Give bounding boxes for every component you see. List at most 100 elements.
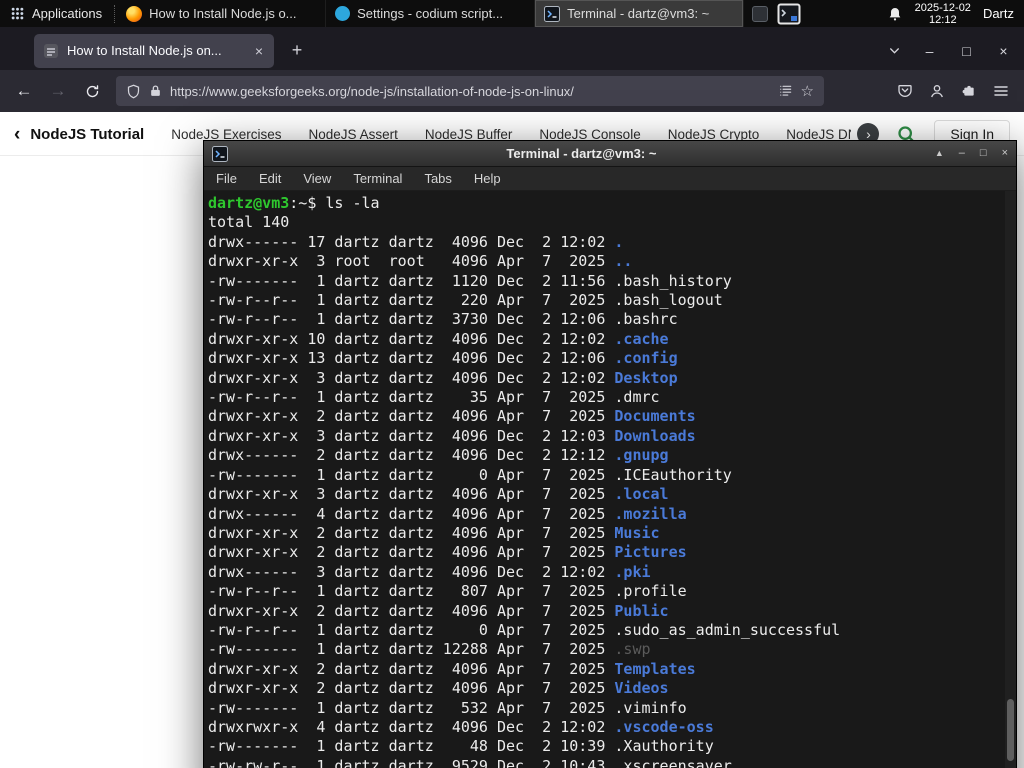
terminal-close-button[interactable]: × bbox=[1002, 148, 1008, 159]
tray-app-icon[interactable] bbox=[752, 5, 769, 22]
file-name: .xscreensaver bbox=[614, 756, 732, 768]
extensions-button[interactable] bbox=[954, 76, 984, 106]
file-name: Desktop bbox=[614, 368, 678, 387]
terminal-window: Terminal - dartz@vm3: ~ ▲ – □ × File Edi… bbox=[203, 140, 1017, 768]
pocket-icon bbox=[898, 85, 912, 97]
taskbar-window-label: Terminal - dartz@vm3: ~ bbox=[567, 6, 710, 21]
file-name: Downloads bbox=[614, 426, 696, 445]
taskbar-separator bbox=[114, 4, 116, 23]
tray-terminal-icon[interactable] bbox=[777, 3, 801, 25]
terminal-rollup-button[interactable]: ▲ bbox=[935, 149, 944, 158]
terminal-entry: drwx------ 4 dartz dartz 4096 Apr 7 2025… bbox=[208, 504, 687, 523]
file-name: .pki bbox=[614, 562, 651, 581]
terminal-entry: -rw------- 1 dartz dartz 0 Apr 7 2025 .I… bbox=[208, 465, 732, 484]
lock-icon[interactable] bbox=[149, 84, 162, 98]
clock-date: 2025-12-02 bbox=[914, 1, 971, 14]
account-button[interactable] bbox=[922, 76, 952, 106]
forward-button[interactable]: → bbox=[42, 76, 74, 106]
reader-view-icon[interactable] bbox=[779, 84, 793, 98]
codium-icon bbox=[335, 6, 351, 21]
clock[interactable]: 2025-12-02 12:12 bbox=[915, 2, 971, 26]
file-name: .bash_logout bbox=[614, 291, 723, 310]
terminal-entry: drwxr-xr-x 2 dartz dartz 4096 Apr 7 2025… bbox=[208, 679, 669, 698]
terminal-entry: -rw-r--r-- 1 dartz dartz 220 Apr 7 2025 … bbox=[208, 291, 723, 310]
browser-maximize-button[interactable]: □ bbox=[950, 34, 983, 68]
file-name: Templates bbox=[614, 659, 696, 678]
menu-tabs[interactable]: Tabs bbox=[413, 167, 462, 190]
file-name: .cache bbox=[614, 329, 669, 348]
system-tray bbox=[752, 3, 801, 25]
terminal-entry: -rw------- 1 dartz dartz 532 Apr 7 2025 … bbox=[208, 698, 687, 717]
url-text[interactable]: https://www.geeksforgeeks.org/node-js/in… bbox=[170, 84, 771, 99]
back-button[interactable]: ← bbox=[8, 76, 40, 106]
bookmark-star-icon[interactable]: ☆ bbox=[801, 82, 814, 100]
notification-bell-icon[interactable] bbox=[887, 6, 903, 22]
reload-button[interactable] bbox=[76, 76, 108, 106]
tab-title: How to Install Node.js on... bbox=[67, 43, 222, 58]
menu-edit[interactable]: Edit bbox=[248, 167, 292, 190]
terminal-entry: drwxrwxr-x 4 dartz dartz 4096 Dec 2 12:0… bbox=[208, 717, 714, 736]
terminal-scrollbar[interactable] bbox=[1005, 191, 1016, 768]
file-name: Documents bbox=[614, 407, 696, 426]
terminal-entry: -rw-r--r-- 1 dartz dartz 35 Apr 7 2025 .… bbox=[208, 388, 660, 407]
new-tab-button[interactable]: + bbox=[282, 36, 312, 66]
browser-close-button[interactable]: × bbox=[987, 34, 1020, 68]
browser-toolbar: ← → https://www.geeksforgeeks.org/node-j… bbox=[0, 70, 1024, 112]
terminal-body[interactable]: dartz@vm3:~$ ls -la total 140 drwx------… bbox=[204, 191, 1016, 768]
menu-file[interactable]: File bbox=[205, 167, 248, 190]
file-name: .local bbox=[614, 485, 669, 504]
terminal-entry: drwxr-xr-x 2 dartz dartz 4096 Apr 7 2025… bbox=[208, 523, 660, 542]
terminal-app-icon bbox=[212, 145, 228, 162]
file-name: .bash_history bbox=[614, 271, 732, 290]
file-name: .ICEauthority bbox=[614, 465, 732, 484]
desktop-screen: Applications How to Install Node.js o...… bbox=[0, 0, 1024, 768]
pocket-button[interactable] bbox=[890, 76, 920, 106]
tracking-shield-icon[interactable] bbox=[126, 84, 141, 99]
applications-label: Applications bbox=[32, 6, 103, 21]
taskbar-window-terminal[interactable]: Terminal - dartz@vm3: ~ bbox=[535, 0, 745, 27]
tab-close-icon[interactable]: × bbox=[253, 43, 265, 59]
subnav-link-tutorial[interactable]: NodeJS Tutorial bbox=[30, 126, 144, 143]
terminal-entry: drwxr-xr-x 2 dartz dartz 4096 Apr 7 2025… bbox=[208, 407, 696, 426]
subnav-back-chevron-icon[interactable]: ‹ bbox=[14, 125, 20, 144]
terminal-titlebar[interactable]: Terminal - dartz@vm3: ~ ▲ – □ × bbox=[204, 141, 1016, 167]
clock-time: 12:12 bbox=[929, 13, 957, 26]
taskbar-window-codium[interactable]: Settings - codium script... bbox=[326, 0, 536, 27]
applications-menu-button[interactable]: Applications bbox=[0, 0, 112, 27]
terminal-title: Terminal - dartz@vm3: ~ bbox=[506, 146, 657, 161]
applications-grid-icon bbox=[11, 7, 24, 20]
taskbar: Applications How to Install Node.js o...… bbox=[0, 0, 1024, 27]
file-name: .gnupg bbox=[614, 446, 669, 465]
menu-terminal[interactable]: Terminal bbox=[342, 167, 413, 190]
terminal-maximize-button[interactable]: □ bbox=[980, 148, 987, 159]
menu-view[interactable]: View bbox=[292, 167, 342, 190]
terminal-entry: drwx------ 3 dartz dartz 4096 Dec 2 12:0… bbox=[208, 562, 651, 581]
terminal-entry: drwxr-xr-x 3 dartz dartz 4096 Apr 7 2025… bbox=[208, 485, 669, 504]
file-name: Music bbox=[614, 523, 660, 542]
browser-minimize-button[interactable]: – bbox=[913, 34, 946, 68]
taskbar-window-firefox[interactable]: How to Install Node.js o... bbox=[117, 0, 327, 27]
terminal-entry: -rw-rw-r-- 1 dartz dartz 9529 Dec 2 10:4… bbox=[208, 757, 732, 768]
terminal-minimize-button[interactable]: – bbox=[959, 148, 965, 159]
account-icon bbox=[931, 85, 943, 98]
terminal-entry: drwxr-xr-x 2 dartz dartz 4096 Apr 7 2025… bbox=[208, 601, 669, 620]
terminal-entry: -rw-r--r-- 1 dartz dartz 0 Apr 7 2025 .s… bbox=[208, 620, 841, 639]
terminal-icon bbox=[544, 5, 561, 22]
file-name: .profile bbox=[614, 582, 687, 601]
file-name: Pictures bbox=[614, 543, 687, 562]
terminal-entry: -rw-r--r-- 1 dartz dartz 807 Apr 7 2025 … bbox=[208, 582, 687, 601]
terminal-scrollbar-thumb[interactable] bbox=[1007, 699, 1014, 761]
terminal-entry: drwxr-xr-x 3 dartz dartz 4096 Dec 2 12:0… bbox=[208, 426, 696, 445]
terminal-entry: drwxr-xr-x 2 dartz dartz 4096 Apr 7 2025… bbox=[208, 543, 687, 562]
file-name: . bbox=[614, 232, 624, 251]
file-name: .bashrc bbox=[614, 310, 678, 329]
menu-help[interactable]: Help bbox=[463, 167, 512, 190]
url-bar[interactable]: https://www.geeksforgeeks.org/node-js/in… bbox=[116, 76, 824, 106]
menu-button[interactable] bbox=[986, 76, 1016, 106]
user-menu[interactable]: Dartz bbox=[983, 6, 1014, 21]
browser-tab[interactable]: How to Install Node.js on... × bbox=[34, 33, 274, 68]
list-all-tabs-button[interactable] bbox=[879, 36, 909, 66]
terminal-entry: -rw------- 1 dartz dartz 48 Dec 2 10:39 … bbox=[208, 737, 714, 756]
taskbar-window-label: How to Install Node.js o... bbox=[149, 6, 297, 21]
terminal-entry: drwxr-xr-x 3 root root 4096 Apr 7 2025 .… bbox=[208, 252, 633, 271]
